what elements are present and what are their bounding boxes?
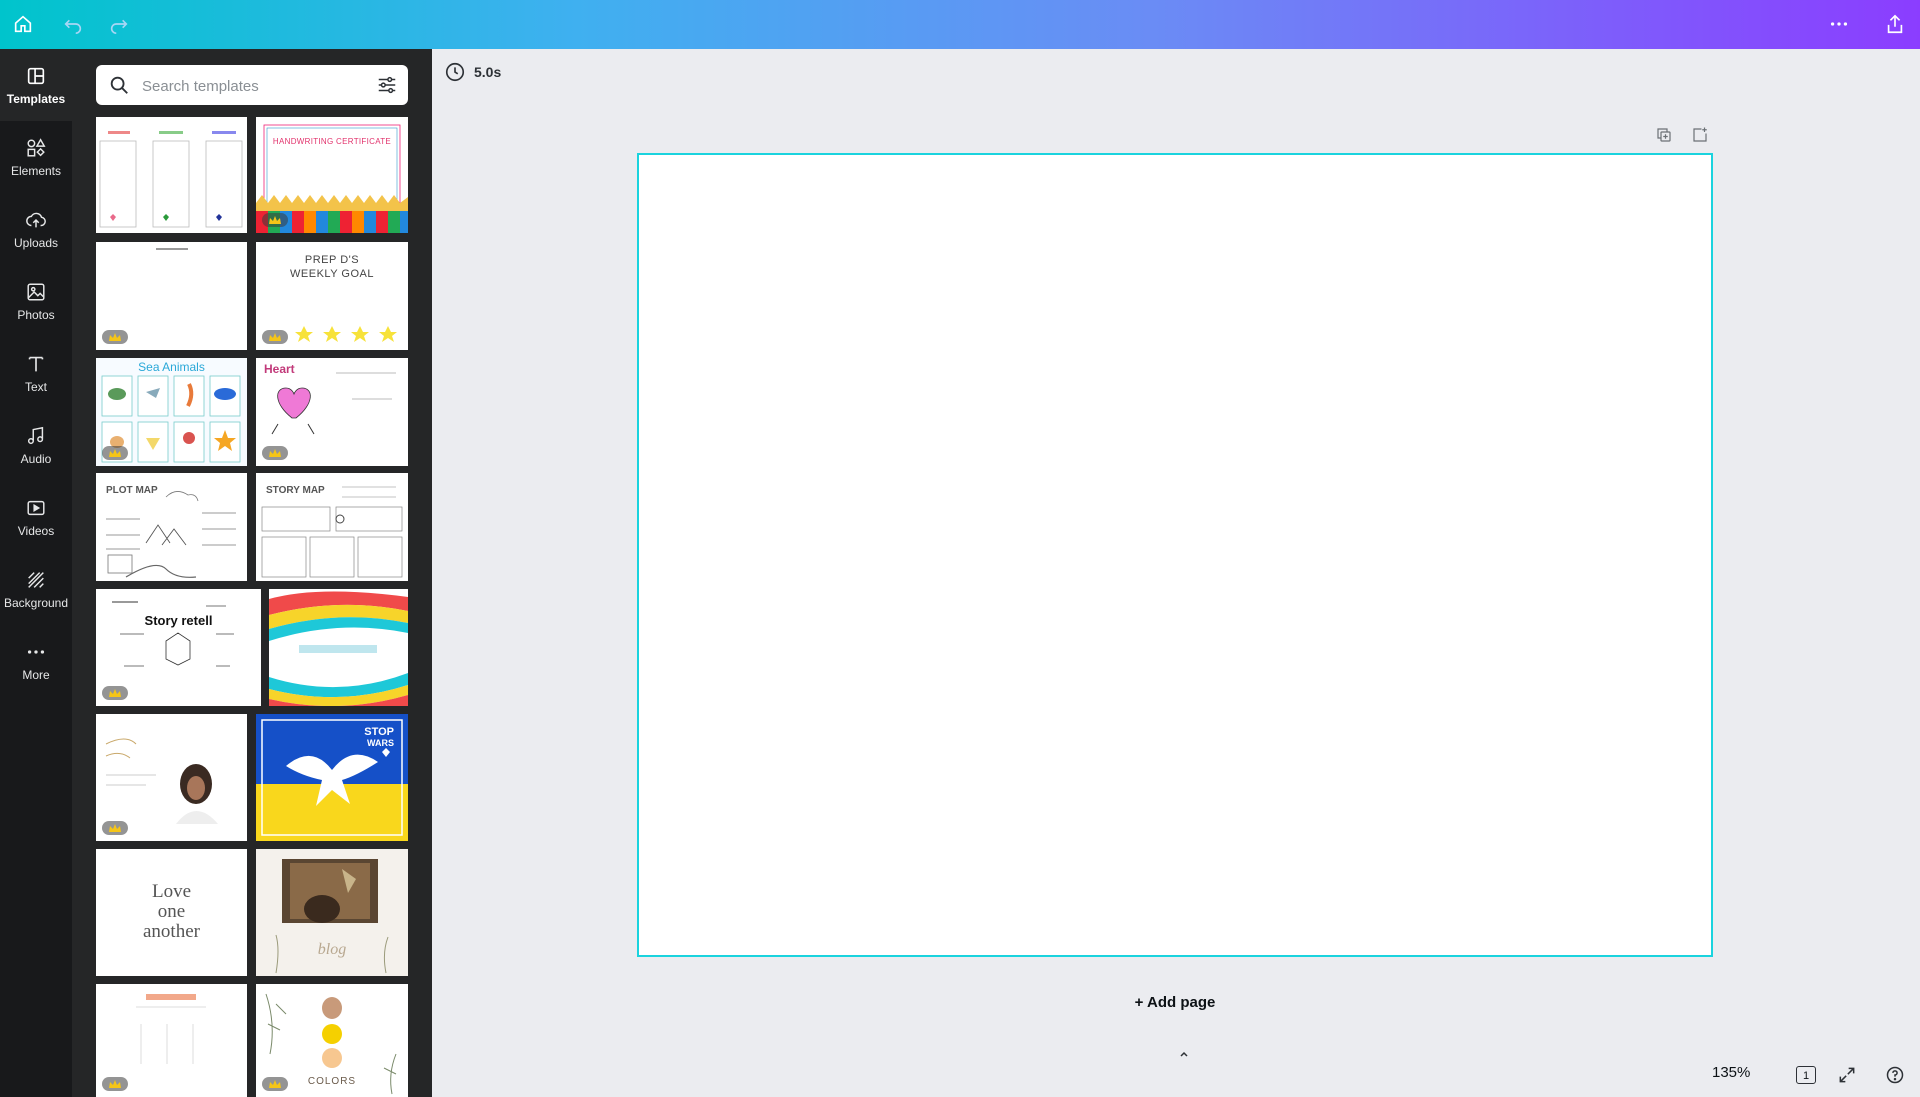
- undo-icon[interactable]: [58, 9, 88, 39]
- templates-panel: HANDWRITING CERTIFICATE PREP D'S WEEKLY …: [72, 49, 432, 1097]
- template-thumbnail[interactable]: Sea Animals: [96, 358, 247, 466]
- more-icon: [27, 649, 45, 654]
- rail-item-audio[interactable]: Audio: [0, 409, 72, 481]
- rail-item-more[interactable]: More: [0, 625, 72, 697]
- search-icon: [110, 76, 128, 94]
- timer-value: 5.0s: [474, 64, 502, 80]
- rail-item-label: Background: [3, 595, 69, 610]
- rail-item-templates[interactable]: Templates: [0, 49, 72, 121]
- home-icon[interactable]: [8, 9, 38, 39]
- template-preview: [106, 491, 236, 578]
- zoom-level[interactable]: 135%: [1712, 1064, 1750, 1081]
- template-title: STOP: [364, 726, 394, 738]
- photos-icon: [27, 282, 45, 301]
- template-title: WARS: [367, 738, 394, 748]
- share-icon[interactable]: [1880, 9, 1910, 39]
- text-icon: [28, 356, 44, 371]
- rail-item-label: Uploads: [13, 235, 59, 250]
- crown-icon: [269, 448, 281, 457]
- crown-icon: [109, 823, 121, 832]
- template-thumbnail[interactable]: blog: [256, 849, 408, 976]
- more-options-icon[interactable]: [1824, 9, 1854, 39]
- premium-badge: [262, 446, 288, 460]
- premium-badge: [102, 686, 128, 700]
- elements-icon: [27, 137, 46, 157]
- rail-item-photos[interactable]: Photos: [0, 265, 72, 337]
- page-count-badge[interactable]: 1: [1796, 1066, 1816, 1084]
- rail-item-label: Audio: [20, 451, 52, 466]
- clock-icon: [445, 62, 465, 82]
- premium-badge: [262, 213, 288, 227]
- rail-item-label: Elements: [10, 163, 62, 178]
- templates-icon: [27, 67, 45, 84]
- template-title: HANDWRITING CERTIFICATE: [272, 137, 392, 146]
- rail-item-uploads[interactable]: Uploads: [0, 193, 72, 265]
- rail-item-label: Text: [24, 379, 47, 394]
- filter-icon[interactable]: [376, 74, 398, 96]
- help-icon[interactable]: [1884, 1064, 1906, 1086]
- crown-icon: [269, 215, 281, 224]
- rail-item-text[interactable]: Text: [0, 337, 72, 409]
- template-thumbnail[interactable]: [96, 984, 247, 1097]
- add-page-icon[interactable]: [1688, 124, 1712, 146]
- template-title: Love: [151, 881, 192, 902]
- crown-icon: [109, 448, 121, 457]
- audio-icon: [27, 426, 44, 444]
- premium-badge: [102, 330, 128, 344]
- template-thumbnail[interactable]: STOP WARS: [256, 714, 408, 841]
- template-thumbnail[interactable]: HANDWRITING CERTIFICATE: [256, 117, 408, 233]
- template-thumbnail[interactable]: PREP D'S WEEKLY GOAL: [256, 242, 408, 350]
- template-thumbnail[interactable]: Love one another: [96, 849, 247, 976]
- template-thumbnail[interactable]: [96, 117, 247, 233]
- add-page-button[interactable]: + Add page: [1130, 990, 1220, 1016]
- redo-icon[interactable]: [104, 9, 134, 39]
- show-pages-button[interactable]: [1172, 1046, 1196, 1062]
- premium-badge: [102, 1077, 128, 1091]
- rail-item-label: Photos: [17, 307, 55, 322]
- rail-item-label: Videos: [17, 523, 55, 538]
- template-thumbnail[interactable]: [96, 242, 247, 350]
- fullscreen-icon[interactable]: [1836, 1064, 1858, 1086]
- side-rail: Templates Elements Uploads Photos Text A…: [0, 49, 72, 1097]
- rail-item-elements[interactable]: Elements: [0, 121, 72, 193]
- design-canvas[interactable]: [637, 153, 1713, 957]
- template-preview: [269, 591, 408, 706]
- search-box[interactable]: [96, 65, 408, 105]
- page-timer[interactable]: 5.0s: [444, 60, 501, 84]
- premium-badge: [262, 330, 288, 344]
- template-thumbnail[interactable]: STORY MAP: [256, 473, 408, 581]
- premium-badge: [262, 1077, 288, 1091]
- template-title: blog: [317, 941, 347, 958]
- template-thumbnail[interactable]: Heart: [256, 358, 408, 466]
- rail-item-label: Templates: [6, 91, 66, 106]
- rail-item-background[interactable]: Background: [0, 553, 72, 625]
- search-input[interactable]: [140, 73, 364, 99]
- rail-item-videos[interactable]: Videos: [0, 481, 72, 553]
- template-thumbnail[interactable]: [96, 714, 247, 841]
- crown-icon: [109, 332, 121, 341]
- template-thumbnail[interactable]: PLOT MAP: [96, 473, 247, 581]
- crown-icon: [269, 332, 281, 341]
- template-title: another: [143, 921, 200, 942]
- chevron-up-icon: [1180, 1051, 1188, 1057]
- background-icon: [28, 571, 44, 588]
- crown-icon: [269, 1079, 281, 1088]
- template-title: one: [157, 901, 186, 922]
- duplicate-page-icon[interactable]: [1652, 124, 1676, 146]
- videos-icon: [27, 500, 45, 515]
- template-thumbnail[interactable]: COLORS: [256, 984, 408, 1097]
- crown-icon: [109, 1079, 121, 1088]
- crown-icon: [109, 688, 121, 697]
- template-thumbnail[interactable]: [269, 589, 408, 706]
- premium-badge: [102, 821, 128, 835]
- top-bar: [0, 0, 1920, 49]
- template-thumbnail[interactable]: Story retell: [96, 589, 261, 706]
- premium-badge: [102, 446, 128, 460]
- template-preview: [261, 486, 403, 578]
- uploads-icon: [26, 212, 46, 227]
- template-preview: [99, 131, 243, 228]
- rail-item-label: More: [22, 667, 50, 682]
